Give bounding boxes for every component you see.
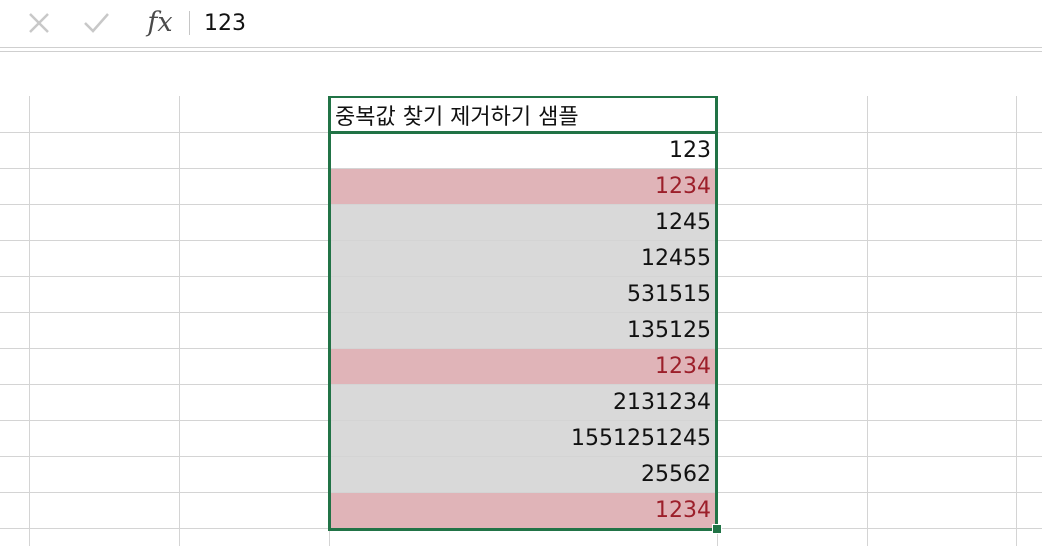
selected-range-border (328, 131, 718, 531)
formula-bar-border (0, 47, 1042, 48)
formula-bar-divider (189, 11, 190, 35)
fill-handle[interactable] (712, 524, 722, 534)
formula-bar-border (0, 51, 1042, 52)
column-gridline (29, 96, 30, 546)
cancel-edit-button[interactable] (21, 6, 57, 40)
column-gridline (867, 96, 868, 546)
insert-function-button[interactable]: fx (140, 4, 180, 40)
x-icon (29, 13, 49, 33)
spreadsheet-window: fx 중복값 찾기 제거하기 샘플 123 1234 1245 12455 53… (0, 0, 1042, 546)
check-icon (84, 13, 109, 33)
cell-grid[interactable]: 중복값 찾기 제거하기 샘플 123 1234 1245 12455 53151… (0, 96, 1042, 546)
formula-input[interactable] (204, 4, 1024, 42)
formula-bar: fx (0, 0, 1042, 52)
column-gridline (1016, 96, 1017, 546)
header-selection-border (328, 96, 718, 133)
confirm-edit-button[interactable] (78, 6, 114, 40)
column-gridline (179, 96, 180, 546)
